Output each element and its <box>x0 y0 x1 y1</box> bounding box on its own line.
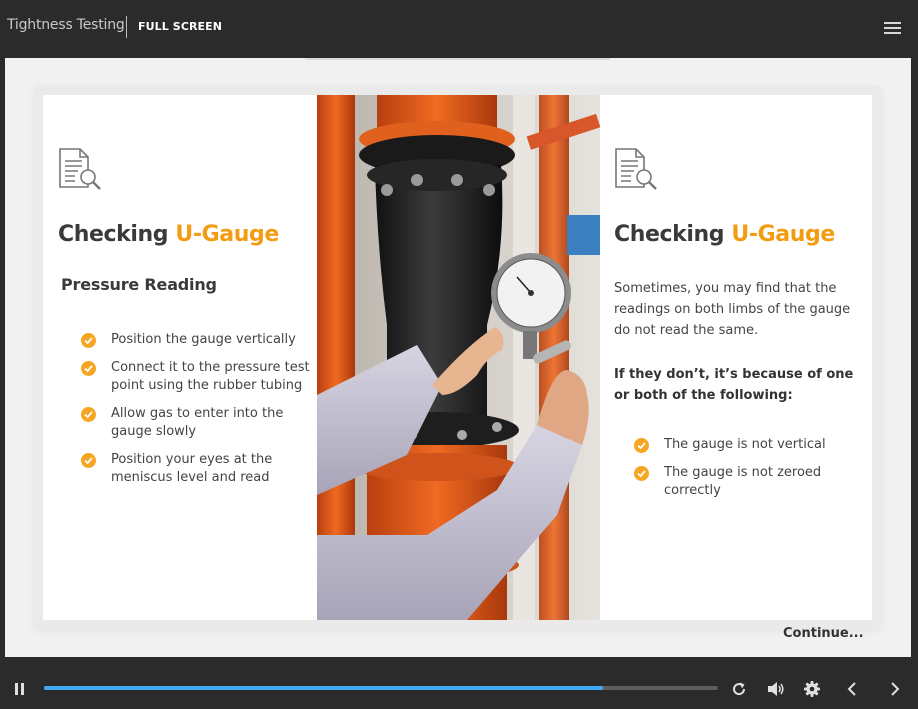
app-title: Tightness Testing <box>7 17 125 33</box>
stage-notch <box>305 58 610 60</box>
next-icon[interactable] <box>889 681 901 701</box>
right-heading-accent: U-Gauge <box>731 222 835 247</box>
content-stage: Checking U-Gauge Pressure Reading Positi… <box>5 58 911 657</box>
bullet-text: Position your eyes at the meniscus level… <box>111 452 273 485</box>
player-controls <box>0 659 918 709</box>
check-circle-icon <box>634 438 649 453</box>
gauge-photo <box>317 95 600 620</box>
top-bar: Tightness Testing FULL SCREEN <box>0 0 918 56</box>
continue-link[interactable]: Continue... <box>783 626 864 641</box>
bullet-text: The gauge is not zeroed correctly <box>664 465 822 498</box>
bullet-text: Connect it to the pressure test point us… <box>111 360 310 393</box>
right-heading: Checking U-Gauge <box>614 222 835 247</box>
pressure-reading-subheading: Pressure Reading <box>61 275 217 294</box>
progress-fill <box>44 686 604 690</box>
list-item: Position the gauge vertically <box>81 331 311 349</box>
bullet-text: The gauge is not vertical <box>664 437 826 452</box>
right-bullet-list: The gauge is not vertical The gauge is n… <box>634 436 854 510</box>
explanation-paragraph: Sometimes, you may find that the reading… <box>614 281 851 338</box>
title-divider <box>126 16 127 38</box>
list-item: Position your eyes at the meniscus level… <box>81 451 311 487</box>
left-heading-accent: U-Gauge <box>175 222 279 247</box>
slide: Checking U-Gauge Pressure Reading Positi… <box>43 95 872 620</box>
list-item: Connect it to the pressure test point us… <box>81 359 311 395</box>
list-item: The gauge is not zeroed correctly <box>634 464 854 500</box>
check-circle-icon <box>81 333 96 348</box>
left-bullet-list: Position the gauge vertically Connect it… <box>81 331 311 497</box>
hamburger-menu-icon[interactable] <box>884 22 901 34</box>
progress-bar[interactable] <box>44 686 718 690</box>
check-circle-icon <box>81 407 96 422</box>
pause-icon[interactable] <box>14 681 26 700</box>
list-item: The gauge is not vertical <box>634 436 854 454</box>
replay-icon[interactable] <box>731 681 747 701</box>
check-circle-icon <box>634 466 649 481</box>
check-circle-icon <box>81 453 96 468</box>
cause-paragraph: If they don’t, it’s because of one or bo… <box>614 367 854 403</box>
left-heading-plain: Checking <box>58 222 176 247</box>
right-heading-plain: Checking <box>614 222 732 247</box>
document-search-icon <box>58 147 104 193</box>
left-heading: Checking U-Gauge <box>58 222 279 247</box>
document-search-icon <box>614 147 660 193</box>
bullet-text: Allow gas to enter into the gauge slowly <box>111 406 284 439</box>
bullet-text: Position the gauge vertically <box>111 332 296 347</box>
previous-icon[interactable] <box>846 681 858 701</box>
check-circle-icon <box>81 361 96 376</box>
fullscreen-button[interactable]: FULL SCREEN <box>138 20 222 33</box>
list-item: Allow gas to enter into the gauge slowly <box>81 405 311 441</box>
volume-icon[interactable] <box>767 681 785 701</box>
settings-icon[interactable] <box>804 681 820 701</box>
